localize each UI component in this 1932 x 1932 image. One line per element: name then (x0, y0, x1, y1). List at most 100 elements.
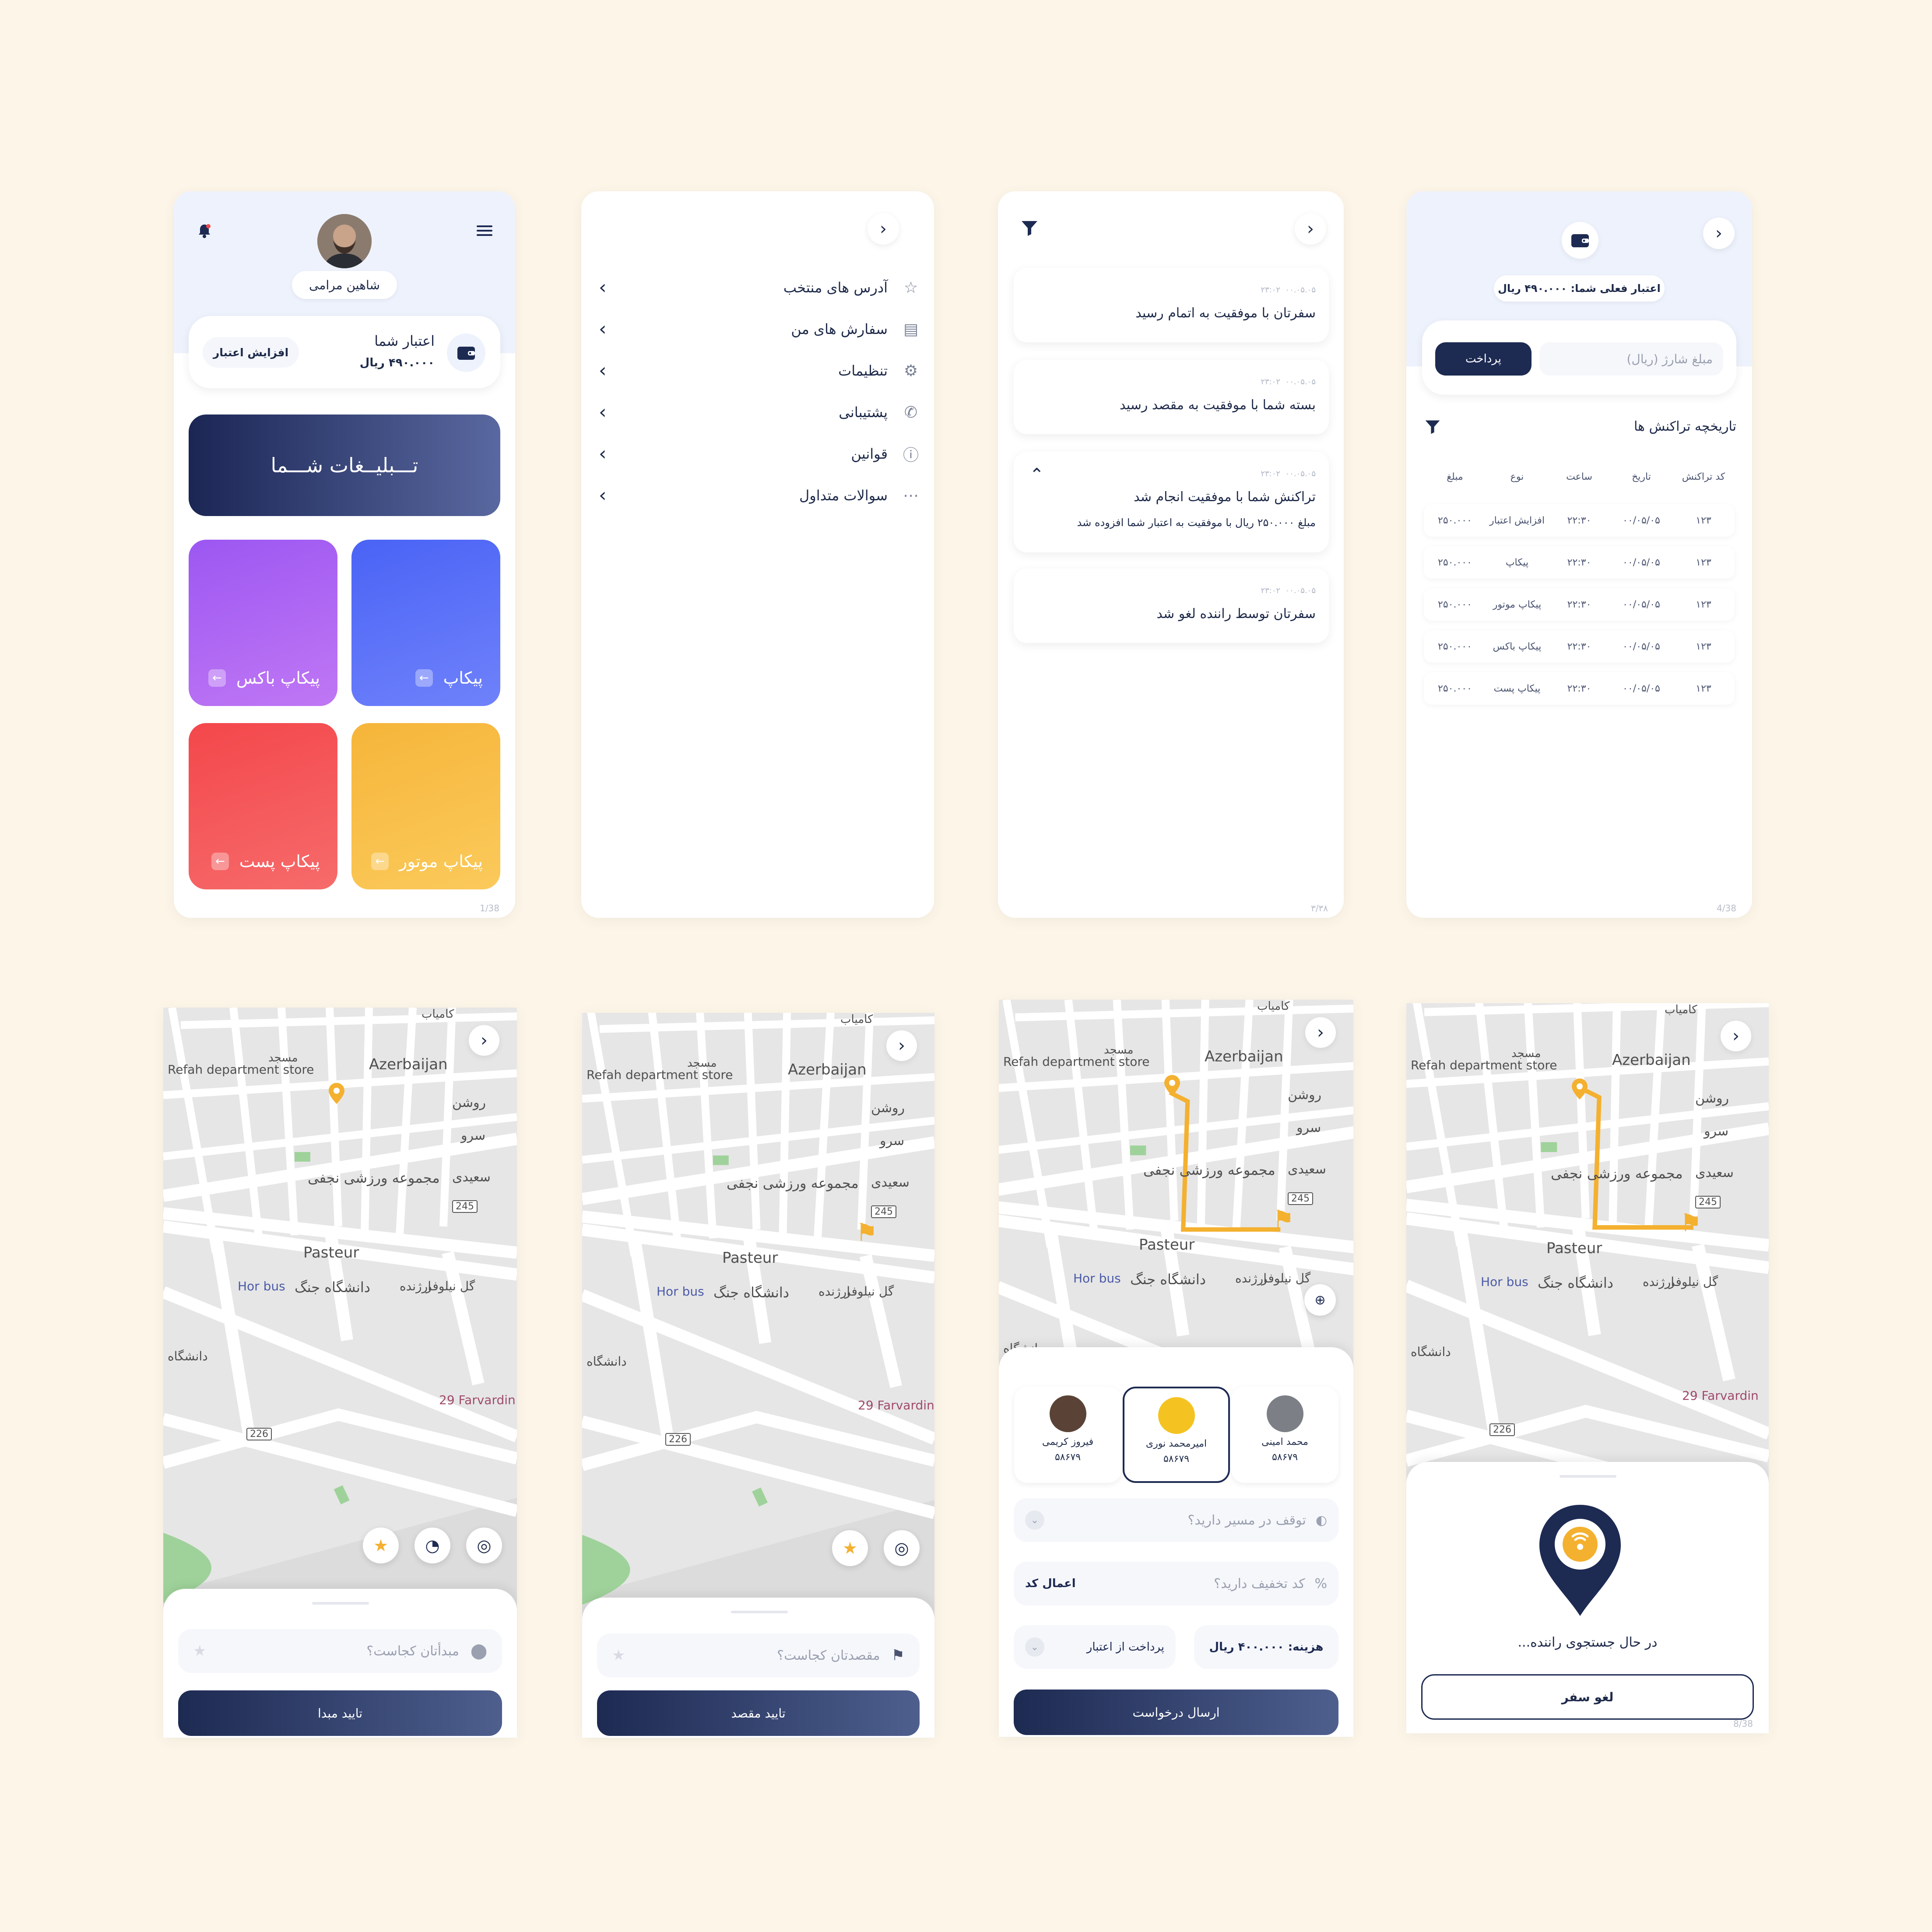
page-number: 1/38 (480, 903, 499, 913)
send-request-button[interactable]: ارسال درخواست (1014, 1690, 1338, 1735)
chevron-left-icon: ‹ (599, 443, 607, 465)
driver-card[interactable]: فیروز کریمی ۵۸۶۷۹ (1014, 1387, 1121, 1483)
history-icon[interactable]: ◔ (415, 1528, 450, 1563)
tile-pickup-box[interactable]: پیکاپ باکس ← (189, 540, 337, 706)
menu-item[interactable]: ‹ تنظیمات ⚙ (599, 355, 921, 386)
add-credit-button[interactable]: افزایش اعتبار (203, 337, 299, 368)
tile-pickup-motor-label: پیکاپ موتور (399, 852, 483, 871)
back-button[interactable]: › (1295, 213, 1326, 245)
origin-sheet: ⬤ مبدأتان کجاست؟ ★ تایید مبدا (163, 1589, 517, 1738)
notification-card[interactable]: ۲۳:۰۲ ۰۰.۰۵.۰۵ سفرتان با موفقیت به اتمام… (1014, 268, 1329, 342)
driver-name: فیروز کریمی (1042, 1437, 1094, 1447)
payment-method-select[interactable]: پرداخت از اعتبار ⌄ (1014, 1625, 1176, 1669)
chevron-right-icon: › (1307, 219, 1314, 239)
back-button[interactable]: › (1305, 1017, 1336, 1048)
discount-field[interactable]: % کد تخفیف دارید؟ اعمال کد (1014, 1562, 1338, 1605)
chevron-right-icon: › (1732, 1026, 1739, 1046)
sheet-handle (1560, 1475, 1616, 1478)
chevron-left-icon: ‹ (599, 276, 607, 299)
avatar[interactable] (317, 214, 372, 268)
map-label: گل نیلوفر (426, 1279, 475, 1293)
apply-code-button[interactable]: اعمال کد (1025, 1577, 1076, 1590)
confirm-origin-button[interactable]: تایید مبدا (178, 1690, 502, 1736)
driver-avatar (1266, 1395, 1303, 1432)
star-icon[interactable]: ★ (193, 1642, 206, 1660)
favorite-star-icon[interactable]: ★ (363, 1528, 399, 1563)
chevron-left-icon: ‹ (599, 318, 607, 340)
map-label: دانشگاه جنگ (1538, 1275, 1614, 1291)
ads-banner[interactable]: تـــبلیــغات شـــما (189, 415, 500, 516)
chevron-right-icon: › (481, 1030, 488, 1050)
menu-item[interactable]: ‹ سفارش های من ▤ (599, 314, 921, 344)
back-button[interactable]: › (1721, 1021, 1751, 1051)
map-label: Azerbaijan (788, 1061, 867, 1078)
menu-item-label: تنظیمات (838, 362, 888, 379)
map-label: کامیاب (840, 1013, 873, 1026)
credit-card: اعتبار شما ۴۹۰.۰۰۰ ریال افزایش اعتبار (189, 316, 500, 388)
origin-pin-icon (328, 1082, 345, 1105)
history-title: تاریخچه تراکنش ها (1634, 419, 1736, 434)
notification-card[interactable]: ۲۳:۰۲ ۰۰.۰۵.۰۵ بسته شما با موفقیت به مقص… (1014, 360, 1329, 434)
menu-item-label: سوالات متداول (799, 487, 888, 504)
table-row[interactable]: ۱۲۳ ۰۰/۰۵/۰۵ ۲۲:۳۰ پیکاپ باکس ۲۵۰.۰۰۰ (1424, 630, 1735, 663)
table-row[interactable]: ۱۲۳ ۰۰/۰۵/۰۵ ۲۲:۳۰ پیکاپ موتور ۲۵۰.۰۰۰ (1424, 588, 1735, 621)
destination-input[interactable]: ⚑ مقصدتان کجاست؟ ★ (597, 1633, 920, 1677)
confirm-destination-button[interactable]: تایید مقصد (597, 1690, 920, 1736)
destination-flag-icon: ⚑ (1272, 1205, 1295, 1234)
table-cell: پیکاپ (1505, 557, 1529, 568)
driver-card[interactable]: محمد امینی ۵۸۶۷۹ (1231, 1387, 1338, 1483)
chevron-up-icon[interactable]: ⌃ (1029, 465, 1044, 485)
pay-button[interactable]: پرداخت (1435, 342, 1532, 376)
charge-card: مبلغ شارژ (ریال) پرداخت (1422, 320, 1736, 395)
menu-item[interactable]: ‹ پشتیبانی ✆ (599, 397, 921, 428)
notification-meta: ۲۳:۰۲ ۰۰.۰۵.۰۵ (1261, 469, 1316, 478)
table-row[interactable]: ۱۲۳ ۰۰/۰۵/۰۵ ۲۲:۳۰ افزایش اعتبار ۲۵۰.۰۰۰ (1424, 504, 1735, 537)
column-header: ساعت (1566, 471, 1592, 482)
request-sheet: محمد امینی ۵۸۶۷۹ امیرمحمد نوری ۵۸۶۷۹ فیر… (999, 1347, 1353, 1737)
credit-label: اعتبار شما (374, 333, 435, 349)
locate-icon[interactable]: ◎ (466, 1528, 502, 1563)
menu-item[interactable]: ‹ سوالات متداول ⋯ (599, 480, 921, 511)
notification-card-expanded[interactable]: ⌃ ۲۳:۰۲ ۰۰.۰۵.۰۵ تراکنش شما با موفقیت ان… (1014, 452, 1329, 552)
back-button[interactable]: › (1703, 218, 1735, 249)
driver-avatar (1049, 1395, 1086, 1432)
destination-sheet: ⚑ مقصدتان کجاست؟ ★ تایید مقصد (582, 1598, 934, 1738)
charge-amount-input[interactable]: مبلغ شارژ (ریال) (1539, 342, 1723, 376)
table-cell: افزایش اعتبار (1489, 515, 1545, 526)
table-cell: ۱۲۳ (1696, 683, 1711, 694)
origin-input[interactable]: ⬤ مبدأتان کجاست؟ ★ (178, 1629, 502, 1673)
notification-text: تراکنش شما با موفقیت انجام شد (1134, 489, 1316, 505)
table-row[interactable]: ۱۲۳ ۰۰/۰۵/۰۵ ۲۲:۳۰ پیکاپ پست ۲۵۰.۰۰۰ (1424, 672, 1735, 705)
menu-item[interactable]: ‹ قوانین ⓘ (599, 439, 921, 469)
notification-card[interactable]: ۲۳:۰۲ ۰۰.۰۵.۰۵ سفرتان توسط راننده لغو شد (1014, 569, 1329, 643)
back-button[interactable]: › (868, 213, 899, 245)
notification-text: سفرتان با موفقیت به اتمام رسید (1135, 306, 1316, 321)
chevron-down-icon[interactable]: ⌄ (1025, 1510, 1044, 1530)
table-row[interactable]: ۱۲۳ ۰۰/۰۵/۰۵ ۲۲:۳۰ پیکاپ ۲۵۰.۰۰۰ (1424, 546, 1735, 579)
tile-pickup-label: پیکاپ (443, 668, 483, 688)
notification-bell-icon[interactable] (196, 222, 213, 239)
filter-icon[interactable] (1424, 418, 1441, 436)
stop-field[interactable]: ◐ توقف در مسیر دارید؟ ⌄ (1014, 1498, 1338, 1542)
hamburger-menu-icon[interactable] (476, 223, 493, 239)
favorite-star-icon[interactable]: ★ (832, 1530, 868, 1566)
tile-pickup-post[interactable]: پیکاپ پست ← (189, 723, 337, 889)
tile-pickup-motor[interactable]: پیکاپ موتور ← (351, 723, 500, 889)
menu-item[interactable]: ‹ آدرس های منتخب ☆ (599, 272, 921, 303)
filter-icon[interactable] (1020, 218, 1039, 238)
wallet-icon (1562, 222, 1598, 259)
map-label: Azerbaijan (1205, 1048, 1283, 1065)
cancel-trip-button[interactable]: لغو سفر (1421, 1674, 1754, 1720)
locate-icon[interactable]: ◎ (884, 1530, 920, 1566)
tile-pickup[interactable]: پیکاپ ← (351, 540, 500, 706)
driver-card-selected[interactable]: امیرمحمد نوری ۵۸۶۷۹ (1123, 1387, 1230, 1483)
back-button[interactable]: › (469, 1025, 499, 1056)
back-button[interactable]: › (886, 1030, 917, 1061)
map-label: Pasteur (1139, 1236, 1195, 1254)
map-label: سرو (1296, 1120, 1321, 1135)
add-stop-icon[interactable]: ⊕ (1304, 1284, 1336, 1316)
star-icon[interactable]: ★ (612, 1647, 625, 1664)
notification-meta: ۲۳:۰۲ ۰۰.۰۵.۰۵ (1261, 377, 1316, 386)
chevron-right-icon: › (880, 219, 887, 239)
page-number: ۳/۳۸ (1311, 903, 1328, 913)
